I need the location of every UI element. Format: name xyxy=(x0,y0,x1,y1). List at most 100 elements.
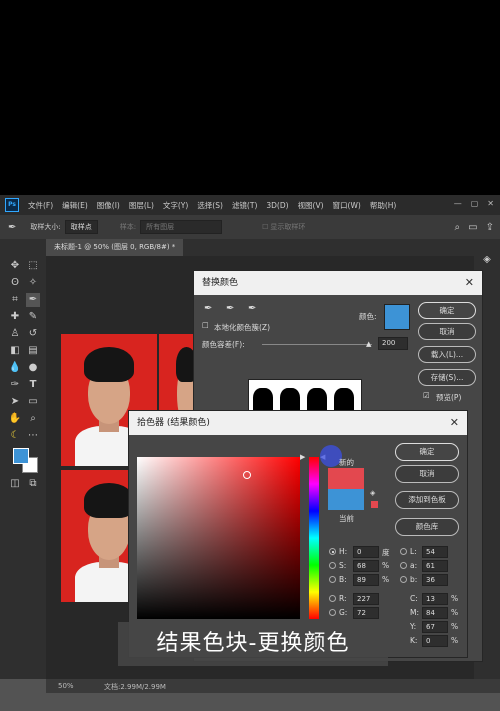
sample-size-select[interactable]: 取样点 xyxy=(64,220,98,234)
h-label: H: xyxy=(339,547,348,556)
crop-tool-icon[interactable]: ⌗ xyxy=(8,293,22,307)
search-icon[interactable]: ⌕ xyxy=(455,222,461,233)
menu-image[interactable]: 图像(I) xyxy=(97,200,120,211)
menu-window[interactable]: 窗口(W) xyxy=(333,200,361,211)
hue-slider[interactable] xyxy=(309,457,319,619)
saturation-brightness-field[interactable] xyxy=(137,457,300,619)
save-button[interactable]: 存储(S)... xyxy=(418,369,476,386)
move-tool-icon[interactable]: ✥ xyxy=(8,259,22,273)
out-of-gamut-icon[interactable]: ◈ xyxy=(370,489,375,497)
close-icon[interactable]: ✕ xyxy=(450,411,459,435)
menu-type[interactable]: 文字(Y) xyxy=(163,200,188,211)
screen-mode-icon[interactable]: ⧉ xyxy=(26,477,40,491)
brush-tool-icon[interactable]: ✎ xyxy=(26,310,40,324)
zoom-level: 50% xyxy=(58,682,74,690)
b-radio[interactable] xyxy=(329,576,336,583)
y-field[interactable]: 67 xyxy=(422,621,448,633)
lab-b-field[interactable]: 36 xyxy=(422,574,448,586)
eyedropper-icon[interactable]: ✒ xyxy=(204,303,212,314)
share-icon[interactable]: ⇪ xyxy=(486,222,494,233)
r-radio[interactable] xyxy=(329,595,336,602)
a-radio[interactable] xyxy=(400,562,407,569)
menu-3d[interactable]: 3D(D) xyxy=(266,201,288,210)
c-field[interactable]: 13 xyxy=(422,593,448,605)
replace-cancel-button[interactable]: 取消 xyxy=(418,323,476,340)
menu-help[interactable]: 帮助(H) xyxy=(370,200,397,211)
a-field[interactable]: 61 xyxy=(422,560,448,572)
video-caption: 结果色块-更换颜色 xyxy=(118,622,388,666)
magic-wand-tool-icon[interactable]: ✧ xyxy=(26,276,40,290)
maximize-icon[interactable]: ▢ xyxy=(471,199,479,208)
path-selection-icon[interactable]: ➤ xyxy=(8,395,22,409)
gamut-color-chip[interactable] xyxy=(371,501,378,508)
foreground-color-swatch[interactable] xyxy=(13,448,29,464)
menu-select[interactable]: 选择(S) xyxy=(197,200,223,211)
color-field-picker-circle[interactable] xyxy=(243,471,251,479)
tolerance-slider-handle[interactable]: ▲ xyxy=(366,340,371,348)
healing-brush-icon[interactable]: ✚ xyxy=(8,310,22,324)
tolerance-field[interactable]: 200 xyxy=(378,337,408,350)
lab-b-radio[interactable] xyxy=(400,576,407,583)
l-field[interactable]: 54 xyxy=(422,546,448,558)
preview-checkbox[interactable]: ☑ xyxy=(423,391,430,400)
b-field[interactable]: 89 xyxy=(353,574,379,586)
menu-edit[interactable]: 编辑(E) xyxy=(62,200,88,211)
eyedropper-plus-icon[interactable]: ✒ xyxy=(226,303,234,314)
load-button[interactable]: 载入(L)... xyxy=(418,346,476,363)
h-radio[interactable] xyxy=(329,548,336,555)
m-field[interactable]: 84 xyxy=(422,607,448,619)
eyedropper-icon[interactable]: ✒ xyxy=(26,293,40,307)
history-brush-icon[interactable]: ↺ xyxy=(26,327,40,341)
menu-file[interactable]: 文件(F) xyxy=(28,200,53,211)
eyedropper-tool-icon[interactable]: ✒ xyxy=(8,222,16,233)
m-label: M: xyxy=(410,608,419,617)
document-tabs: 未标题-1 @ 50% (图层 0, RGB/8#) * xyxy=(46,239,500,256)
blur-tool-icon[interactable]: 💧 xyxy=(8,361,22,375)
menu-filter[interactable]: 滤镜(T) xyxy=(232,200,257,211)
h-field[interactable]: 0 xyxy=(353,546,379,558)
k-field[interactable]: 0 xyxy=(422,635,448,647)
pen-tool-icon[interactable]: ✑ xyxy=(8,378,22,392)
rectangle-tool-icon[interactable]: ▭ xyxy=(26,395,40,409)
gradient-tool-icon[interactable]: ▤ xyxy=(26,344,40,358)
preview-label: 预览(P) xyxy=(436,393,462,402)
dodge-tool-icon[interactable]: ● xyxy=(26,361,40,375)
minimize-icon[interactable]: — xyxy=(454,199,462,208)
lasso-tool-icon[interactable]: ʘ xyxy=(8,276,22,290)
tolerance-slider-track[interactable] xyxy=(262,344,372,345)
menu-view[interactable]: 视图(V) xyxy=(298,200,324,211)
color-libraries-button[interactable]: 颜色库 xyxy=(395,518,459,536)
l-radio[interactable] xyxy=(400,548,407,555)
close-icon[interactable]: ✕ xyxy=(465,271,474,295)
s-radio[interactable] xyxy=(329,562,336,569)
menu-layer[interactable]: 图层(L) xyxy=(129,200,154,211)
add-to-swatches-button[interactable]: 添加到色板 xyxy=(395,491,459,509)
eraser-tool-icon[interactable]: ◧ xyxy=(8,344,22,358)
g-radio[interactable] xyxy=(329,609,336,616)
hue-slider-left-arrow[interactable]: ▶ xyxy=(300,453,305,461)
picker-ok-button[interactable]: 确定 xyxy=(395,443,459,461)
type-tool-icon[interactable]: T xyxy=(26,378,40,392)
show-ring-checkbox[interactable]: ☐ xyxy=(262,223,268,231)
replace-color-swatch[interactable] xyxy=(384,304,410,330)
s-unit: % xyxy=(382,561,390,570)
quick-mask-icon[interactable]: ◫ xyxy=(8,477,22,491)
eyedropper-minus-icon[interactable]: ✒ xyxy=(248,303,256,314)
document-tab[interactable]: 未标题-1 @ 50% (图层 0, RGB/8#) * xyxy=(46,239,184,256)
s-field[interactable]: 68 xyxy=(353,560,379,572)
current-color-swatch[interactable] xyxy=(328,489,364,510)
clone-stamp-icon[interactable]: ♙ xyxy=(8,327,22,341)
replace-ok-button[interactable]: 确定 xyxy=(418,302,476,319)
hand-tool-icon[interactable]: ✋ xyxy=(8,412,22,426)
photoshop-logo: Ps xyxy=(5,198,19,212)
sample-select[interactable]: 所有图层 xyxy=(140,220,223,234)
picker-cancel-button[interactable]: 取消 xyxy=(395,465,459,483)
r-field[interactable]: 227 xyxy=(353,593,379,605)
more-tools-icon[interactable]: ⋯ xyxy=(26,429,40,443)
workspace-icon[interactable]: ▭ xyxy=(468,222,477,233)
zoom-tool-icon[interactable]: ⌕ xyxy=(26,412,40,426)
localized-checkbox[interactable]: ☐ xyxy=(202,321,209,330)
g-field[interactable]: 72 xyxy=(353,607,379,619)
close-icon[interactable]: ✕ xyxy=(487,199,494,208)
marquee-tool-icon[interactable]: ⬚ xyxy=(26,259,40,273)
